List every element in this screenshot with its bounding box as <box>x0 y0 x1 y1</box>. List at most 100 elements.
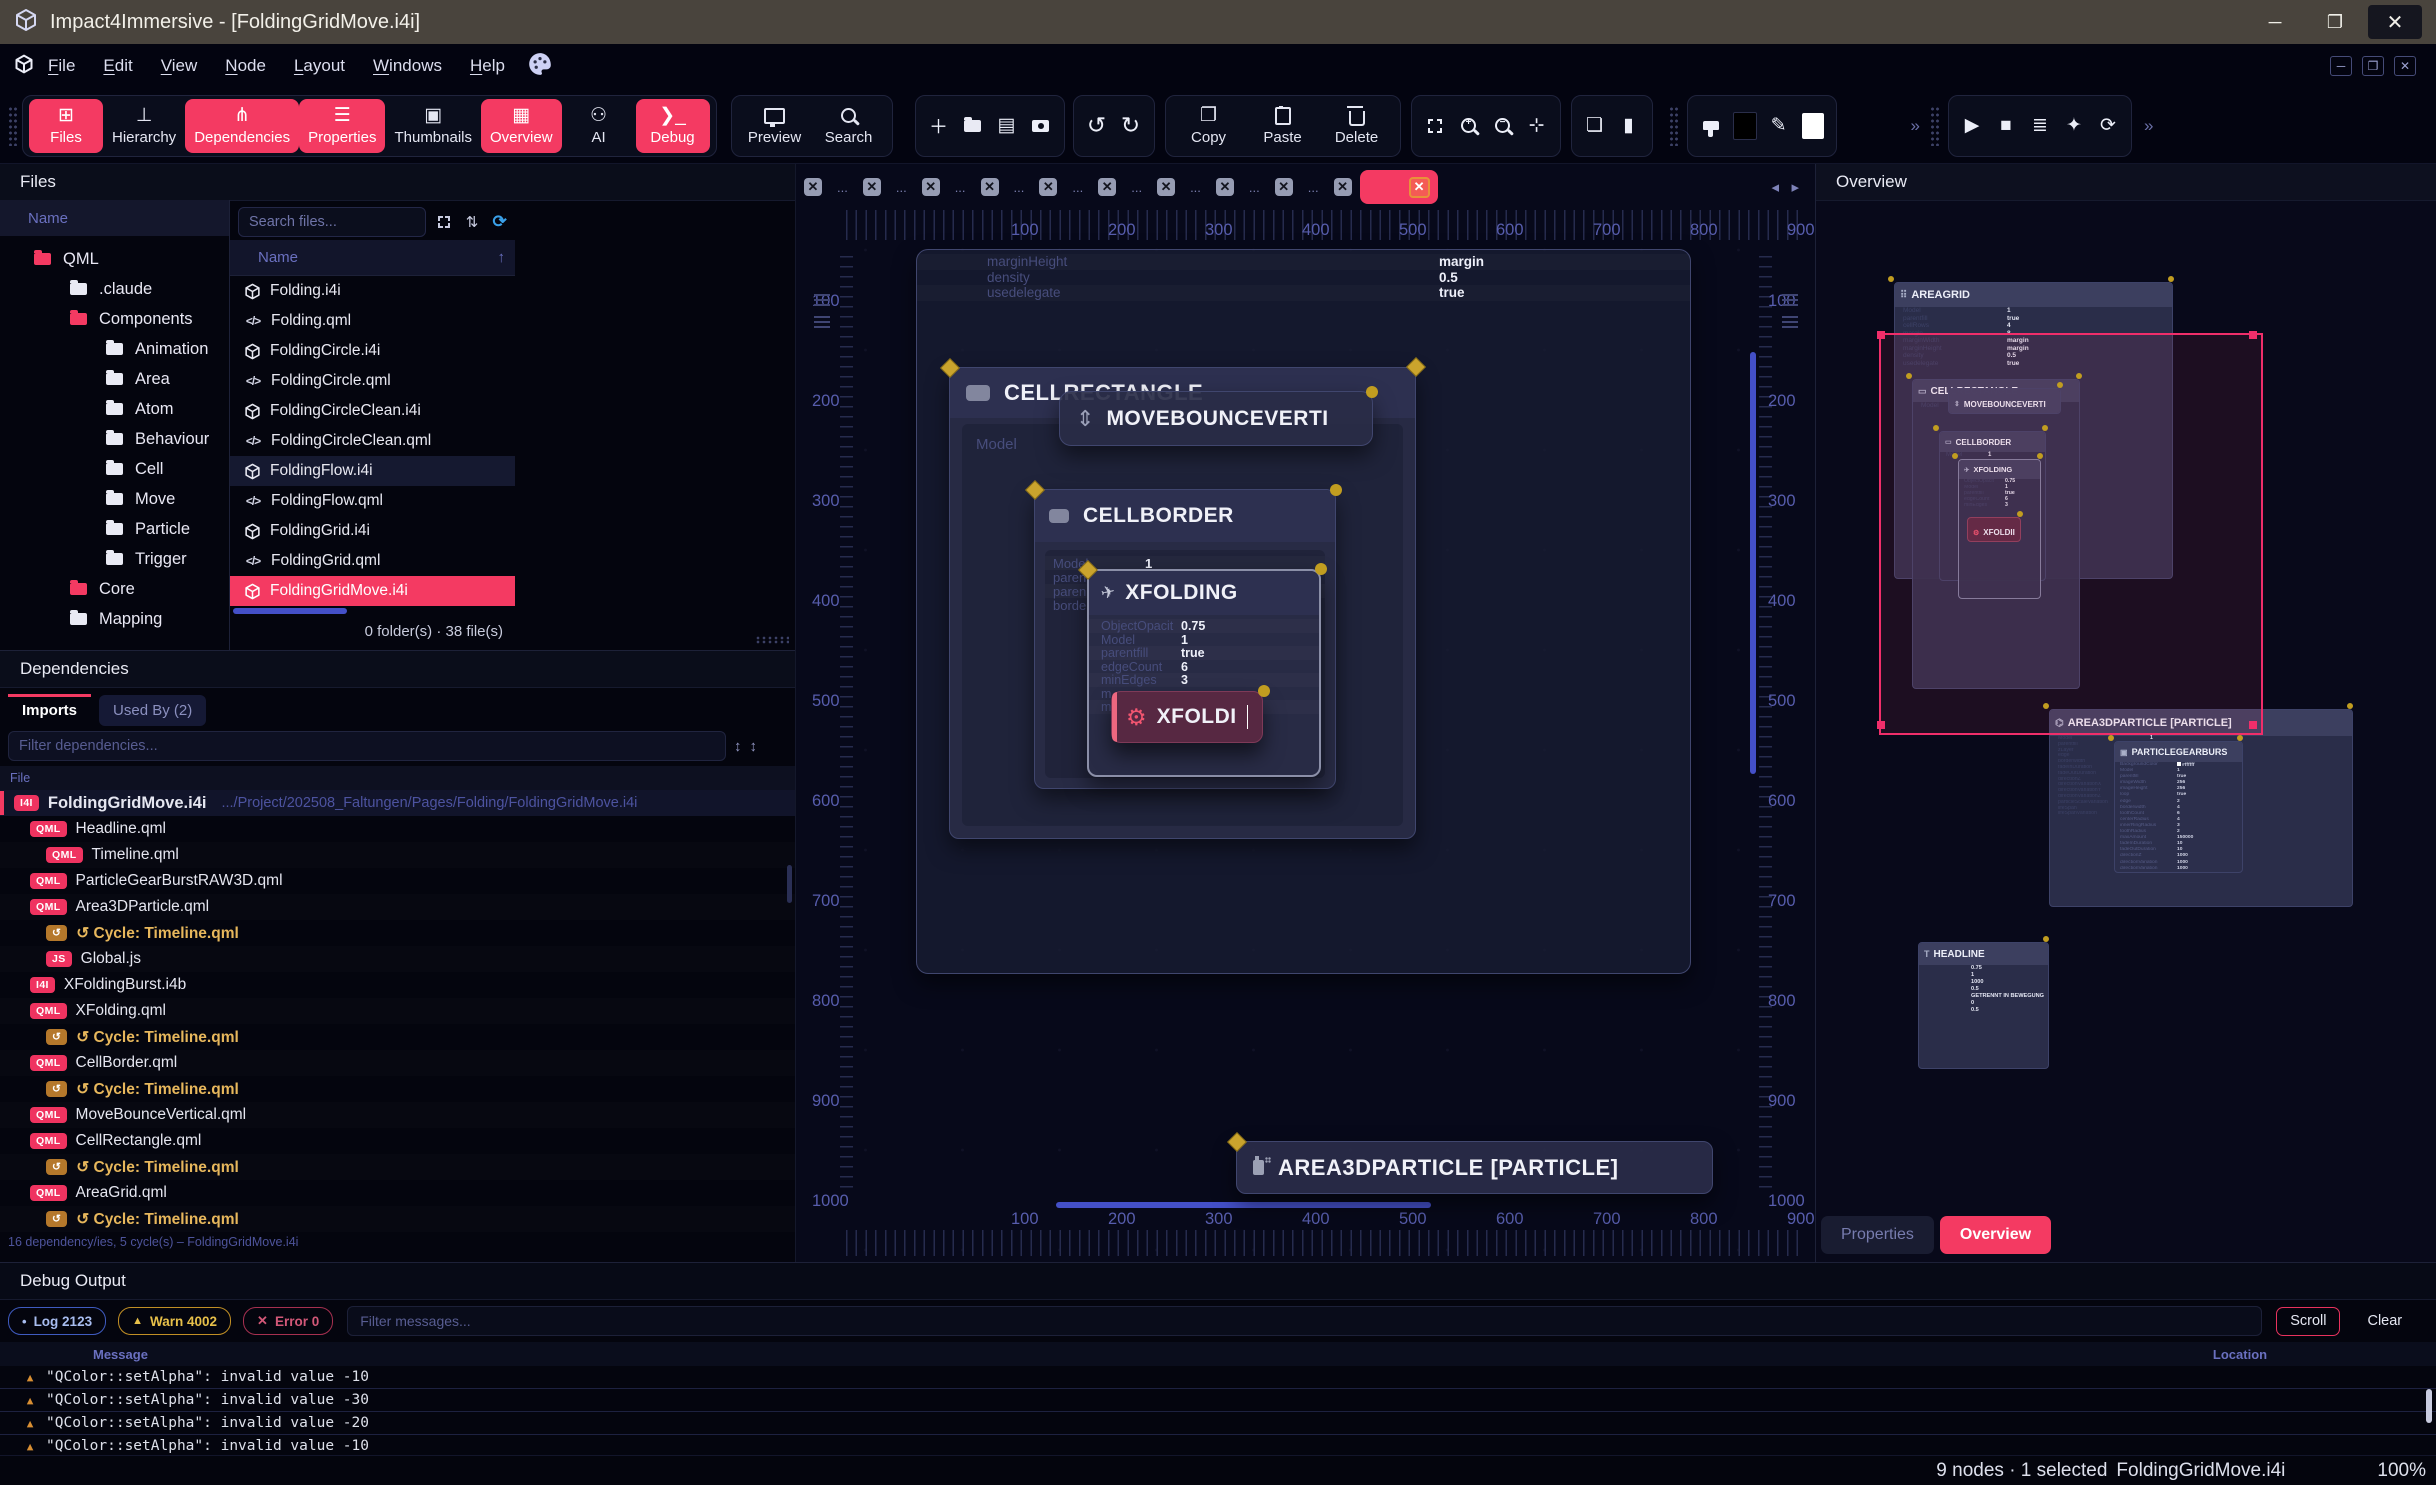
canvas-node-movebounce[interactable]: ⇕MOVEBOUNCEVERTI <box>1059 391 1373 446</box>
dependency-row[interactable]: QMLArea3DParticle.qml <box>0 894 795 920</box>
node-handle[interactable] <box>2108 735 2114 741</box>
mdi-restore-icon[interactable]: ❐ <box>2362 56 2384 76</box>
menu-item-help[interactable]: Help <box>470 56 505 76</box>
new-button[interactable]: ＋ <box>922 106 956 146</box>
active-canvas-tab[interactable]: ✕ <box>1360 170 1438 204</box>
node-handle[interactable] <box>1906 373 1912 379</box>
dependency-column-header[interactable]: File <box>0 766 795 790</box>
debug-message-row[interactable]: ▲"QColor::setAlpha": invalid value -20 <box>0 1412 2436 1435</box>
scroll-button[interactable]: Scroll <box>2276 1307 2340 1336</box>
snapshot-camera-icon[interactable] <box>1024 106 1058 146</box>
chevrons-icon[interactable]: » <box>1911 116 1920 136</box>
dependency-row[interactable]: QMLMoveBounceVertical.qml <box>0 1102 795 1128</box>
redo-icon[interactable]: ↻ <box>1114 106 1148 146</box>
palette-icon[interactable] <box>527 51 553 82</box>
canvas-tab[interactable]: ... <box>822 180 863 195</box>
pen-icon[interactable]: ✎ <box>1762 106 1796 146</box>
search-input[interactable] <box>238 207 426 237</box>
node-handle[interactable] <box>1933 425 1939 431</box>
file-row[interactable]: FoldingCircleClean.i4i <box>230 396 515 426</box>
zoom-in-icon[interactable]: + <box>1452 106 1486 146</box>
tab-scroll-right-icon[interactable]: ▸ <box>1791 178 1799 196</box>
chevrons-icon[interactable]: » <box>2144 116 2153 136</box>
wide-brush-icon[interactable] <box>1694 106 1728 146</box>
maximize-icon[interactable]: ❐ <box>2308 5 2362 39</box>
play-icon[interactable]: ▶ <box>1955 106 1989 146</box>
task-list-icon[interactable]: ≣ <box>2023 106 2057 146</box>
close-icon[interactable]: ✕ <box>1216 178 1234 196</box>
tree-item-components[interactable]: Components <box>0 304 229 334</box>
vertical-scrollbar[interactable] <box>787 865 792 903</box>
file-row[interactable]: Folding.i4i <box>230 276 515 306</box>
dependency-row[interactable]: I4IFoldingGridMove.i4i.../Project/202508… <box>0 790 795 816</box>
file-row[interactable]: FoldingCircle.i4i <box>230 336 515 366</box>
tree-item-claude[interactable]: .claude <box>0 274 229 304</box>
mdi-minimize-icon[interactable]: ─ <box>2330 56 2352 76</box>
dependency-row[interactable]: ↺↺ Cycle: Timeline.qml <box>0 920 795 946</box>
ruler-handle-icon[interactable] <box>814 294 830 308</box>
sort-icon[interactable]: ↕ <box>750 738 758 755</box>
close-icon[interactable]: ✕ <box>1039 178 1057 196</box>
node-handle[interactable] <box>2042 425 2048 431</box>
viewport-handle[interactable] <box>1877 721 1885 729</box>
node-handle[interactable] <box>2168 276 2174 282</box>
close-icon[interactable]: ✕ <box>981 178 999 196</box>
close-icon[interactable]: ✕ <box>1334 178 1352 196</box>
toolbar-drag-handle[interactable] <box>1669 106 1679 146</box>
dependency-row[interactable]: ↺↺ Cycle: Timeline.qml <box>0 1024 795 1050</box>
dependency-row[interactable]: QMLTimeline.qml <box>0 842 795 868</box>
file-row[interactable]: FoldingFlow.i4i <box>230 456 515 486</box>
canvas-tab[interactable]: ... <box>1175 180 1216 195</box>
vertical-scrollbar[interactable] <box>1750 352 1756 774</box>
open-folder-icon[interactable] <box>956 106 990 146</box>
ruler-handle-icon[interactable] <box>1782 294 1798 308</box>
save-icon[interactable]: ▤ <box>990 106 1024 146</box>
debug-message-row[interactable]: ▲"QColor::setAlpha": invalid value -10 <box>0 1366 2436 1389</box>
tab-overview[interactable]: Overview <box>1940 1216 2051 1254</box>
background-color-swatch[interactable] <box>1728 106 1762 146</box>
file-row[interactable]: </>Folding.qml <box>230 306 515 336</box>
toolbar-drag-handle[interactable] <box>1930 106 1940 146</box>
node-handle[interactable] <box>2347 703 2353 709</box>
refresh-icon[interactable]: ⟳ <box>490 212 509 232</box>
dependency-row[interactable]: QMLAreaGrid.qml <box>0 1180 795 1206</box>
mdi-close-icon[interactable]: ✕ <box>2394 56 2416 76</box>
file-row[interactable]: </>FoldingCircleClean.qml <box>230 426 515 456</box>
tree-item-particle[interactable]: Particle <box>0 514 229 544</box>
tree-item-mapping[interactable]: Mapping <box>0 604 229 634</box>
close-icon[interactable]: ✕ <box>1157 178 1175 196</box>
minimize-icon[interactable]: ─ <box>2248 5 2302 39</box>
tree-item-behaviour[interactable]: Behaviour <box>0 424 229 454</box>
canvas-tab[interactable]: ... <box>1116 180 1157 195</box>
canvas-tab[interactable]: ... <box>1293 180 1334 195</box>
delete-button[interactable]: Delete <box>1320 99 1394 153</box>
tree-item-qml[interactable]: QML <box>0 244 229 274</box>
files-toggle-button[interactable]: ⊞Files <box>29 99 103 153</box>
undo-icon[interactable]: ↺ <box>1080 106 1114 146</box>
toolbar-drag-handle[interactable] <box>8 106 18 146</box>
ai-toggle-button[interactable]: ⚇AI <box>562 99 636 153</box>
menu-item-layout[interactable]: Layout <box>294 56 345 76</box>
tree-item-core[interactable]: Core <box>0 574 229 604</box>
file-row[interactable]: </>FoldingFlow.qml <box>230 486 515 516</box>
fit-view-icon[interactable]: ⊹ <box>1520 106 1554 146</box>
sort-ascending-icon[interactable]: ↑ <box>498 249 506 266</box>
node-handle[interactable] <box>2043 703 2049 709</box>
dependency-row[interactable]: ↺↺ Cycle: Timeline.qml <box>0 1154 795 1180</box>
dependencies-toggle-button[interactable]: ⋔Dependencies <box>185 99 299 153</box>
dependency-row[interactable]: QMLParticleGearBurstRAW3D.qml <box>0 868 795 894</box>
node-handle[interactable] <box>1258 685 1270 697</box>
sparkles-icon[interactable]: ✦ <box>2057 106 2091 146</box>
refresh-icon[interactable]: ⟳ <box>2091 106 2125 146</box>
canvas-tab[interactable]: ... <box>1234 180 1275 195</box>
sort-icon[interactable]: ↕ <box>734 738 742 755</box>
node-canvas[interactable]: ✕...✕...✕...✕...✕...✕...✕...✕...✕...✕✕ ◂… <box>795 164 1815 1262</box>
panel-left-icon[interactable]: ❏ <box>1578 106 1612 146</box>
minimap-node-headline[interactable]: THEADLINE0.75110000.5GETRENNT IN BEWEGUN… <box>1918 942 2049 1069</box>
menu-item-node[interactable]: Node <box>225 56 266 76</box>
close-icon[interactable]: ✕ <box>804 178 822 196</box>
zoom-out-icon[interactable]: − <box>1486 106 1520 146</box>
node-handle[interactable] <box>2043 936 2049 942</box>
error-count-badge[interactable]: ✕Error 0 <box>243 1307 333 1335</box>
overview-minimap[interactable]: ⠿AREAGRIDModel1parentfilltruecellRows4ma… <box>1816 200 2436 1210</box>
